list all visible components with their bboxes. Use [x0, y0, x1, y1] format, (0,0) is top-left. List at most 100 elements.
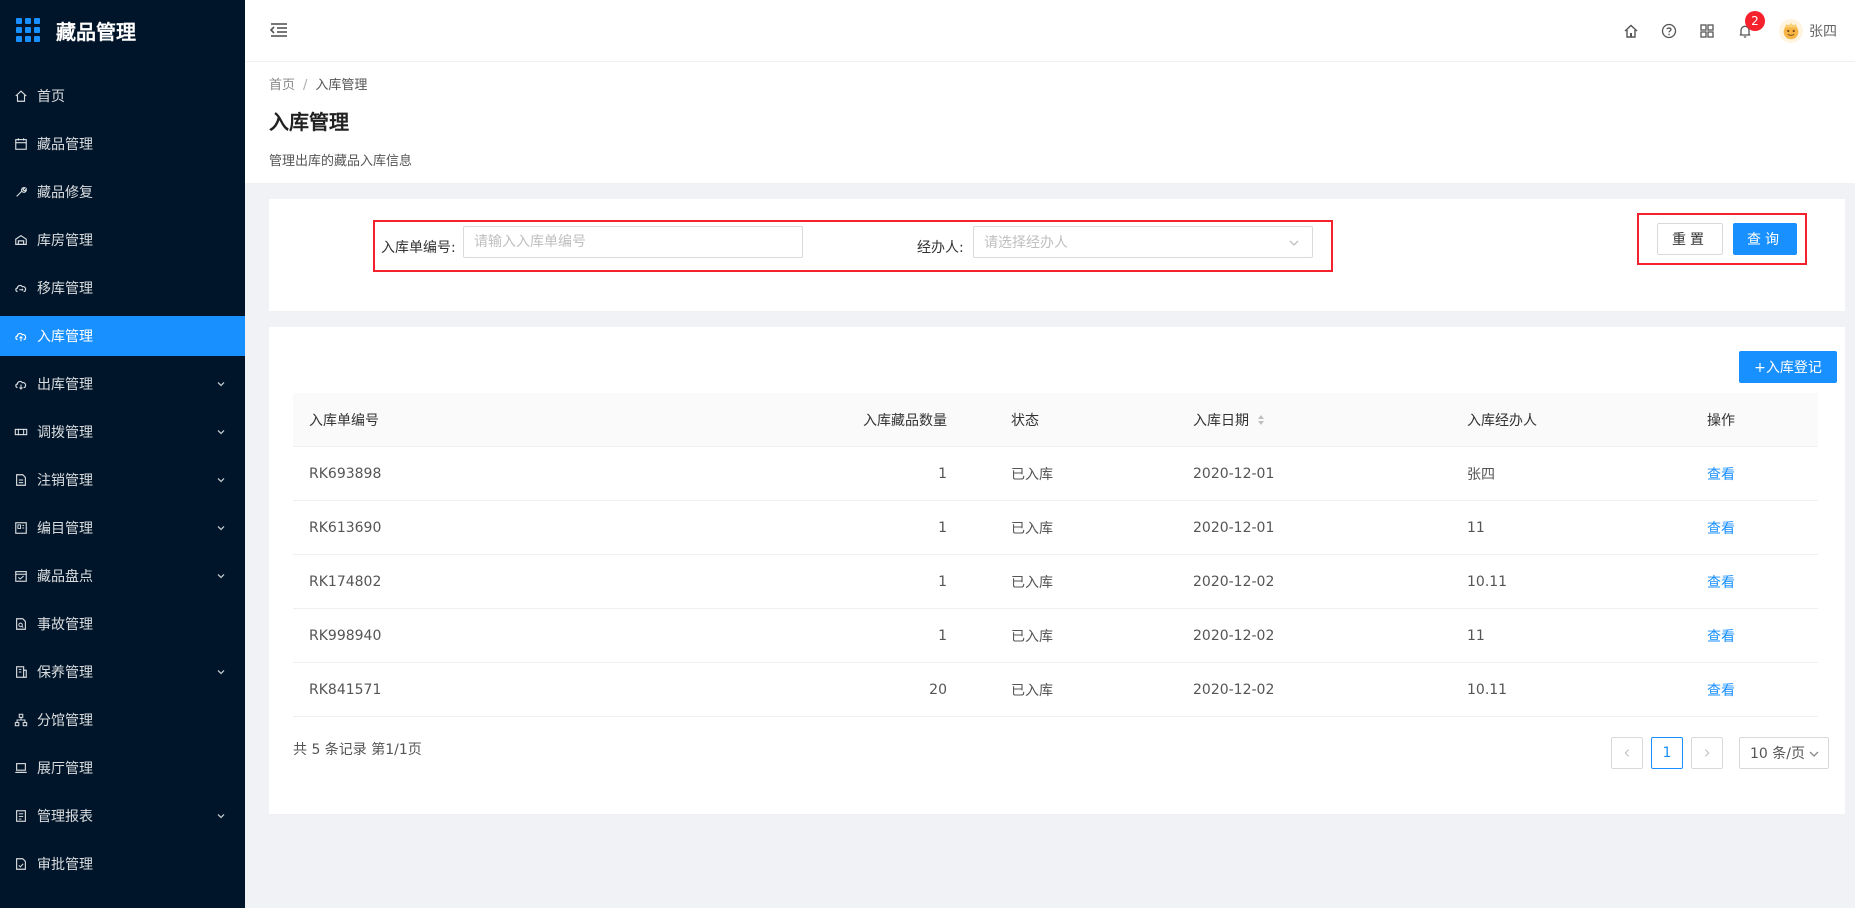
table-row: RK613690 1 已入库 2020-12-01 11 查看 — [293, 501, 1818, 555]
menu-collapse-icon[interactable] — [269, 20, 289, 40]
handler-label: 经办人: — [917, 240, 964, 256]
sidebar-item-label: 调拨管理 — [37, 425, 93, 441]
sidebar-item[interactable]: 展厅管理 — [0, 748, 245, 788]
sidebar-item[interactable]: 事故管理 — [0, 604, 245, 644]
order-number-input[interactable] — [463, 226, 803, 258]
building-icon — [14, 665, 28, 679]
cell-order-number: RK613690 — [309, 519, 382, 536]
sidebar-item-label: 藏品盘点 — [37, 569, 93, 585]
sort-icon[interactable] — [1257, 413, 1265, 427]
sidebar-item-label: 出库管理 — [37, 377, 93, 393]
view-link[interactable]: 查看 — [1707, 518, 1735, 538]
sidebar-item[interactable]: 库房管理 — [0, 220, 245, 260]
home-icon — [14, 89, 28, 103]
username[interactable]: 张四 — [1809, 21, 1837, 41]
sidebar-item[interactable]: 藏品盘点 — [0, 556, 245, 596]
sidebar-item-label: 藏品管理 — [37, 137, 93, 153]
table-cell: 10.11 — [1431, 663, 1691, 717]
table-cell: 已入库 — [963, 555, 1153, 609]
sidebar-item[interactable]: 首页 — [0, 76, 245, 116]
table-cell: RK998940 — [293, 609, 753, 663]
cell-count: 1 — [938, 573, 947, 590]
sidebar-menu: 首页藏品管理藏品修复库房管理移库管理入库管理出库管理调拨管理注销管理编目管理藏品… — [0, 76, 245, 884]
cell-status: 已入库 — [1011, 520, 1053, 537]
sidebar-item[interactable]: 藏品修复 — [0, 172, 245, 212]
cell-date: 2020-12-01 — [1193, 519, 1275, 536]
chevron-down-icon — [215, 522, 227, 534]
table-cell: 20 — [753, 663, 963, 717]
sidebar: 藏品管理 首页 藏品管理 藏品修复 库房管理 移库管理 入库管理 出库管理 调拨管理 注销管理编… — [0, 0, 245, 908]
header-actions: 2 张四 — [1601, 0, 1837, 62]
add-inbound-button[interactable]: +入库登记 — [1739, 351, 1837, 383]
order-number-label: 入库单编号: — [381, 240, 456, 256]
view-link[interactable]: 查看 — [1707, 464, 1735, 484]
page-size-select[interactable]: 10 条/页 — [1739, 737, 1829, 769]
sidebar-item-label: 入库管理 — [37, 329, 93, 345]
pagination: 1 10 条/页 — [1603, 737, 1829, 769]
sidebar-item[interactable]: 分馆管理 — [0, 700, 245, 740]
breadcrumb-home[interactable]: 首页 — [269, 78, 295, 93]
bell-icon[interactable]: 2 — [1737, 11, 1765, 39]
search-buttons-highlight: 重置 查询 — [1637, 213, 1807, 265]
table-cell: RK613690 — [293, 501, 753, 555]
column-header-date[interactable]: 入库日期 — [1153, 393, 1431, 447]
wrench-icon — [14, 185, 28, 199]
table-cell: 已入库 — [963, 501, 1153, 555]
prev-page-button[interactable] — [1611, 737, 1643, 769]
view-link[interactable]: 查看 — [1707, 572, 1735, 592]
chevron-down-icon — [215, 474, 227, 486]
sidebar-item[interactable]: 藏品管理 — [0, 124, 245, 164]
cell-date: 2020-12-02 — [1193, 627, 1275, 644]
page-header: 首页 / 入库管理 入库管理 管理出库的藏品入库信息 — [245, 62, 1855, 183]
chevron-down-icon — [1289, 240, 1299, 246]
sidebar-item-label: 事故管理 — [37, 617, 93, 633]
table-cell: 2020-12-01 — [1153, 447, 1431, 501]
apps-icon[interactable] — [1699, 23, 1715, 39]
sidebar-item-label: 展厅管理 — [37, 761, 93, 777]
cell-count: 1 — [938, 627, 947, 644]
column-header-count: 入库藏品数量 — [863, 412, 947, 429]
table-row: RK174802 1 已入库 2020-12-02 10.11 查看 — [293, 555, 1818, 609]
query-button[interactable]: 查询 — [1733, 223, 1797, 255]
column-header-date-label: 入库日期 — [1193, 412, 1249, 429]
chevron-down-icon — [215, 810, 227, 822]
sidebar-item[interactable]: 出库管理 — [0, 364, 245, 404]
sidebar-item[interactable]: 移库管理 — [0, 268, 245, 308]
breadcrumb-current: 入库管理 — [315, 78, 368, 93]
avatar[interactable] — [1779, 19, 1803, 43]
sidebar-item[interactable]: 入库管理 — [0, 316, 245, 356]
reset-button[interactable]: 重置 — [1657, 223, 1723, 255]
next-page-button[interactable] — [1691, 737, 1723, 769]
table-cell: 1 — [753, 501, 963, 555]
view-link[interactable]: 查看 — [1707, 680, 1735, 700]
handler-select[interactable]: 请选择经办人 — [973, 226, 1313, 258]
home-icon[interactable] — [1623, 23, 1639, 39]
app-title: 藏品管理 — [56, 19, 136, 44]
sidebar-item[interactable]: 管理报表 — [0, 796, 245, 836]
sidebar-item[interactable]: 编目管理 — [0, 508, 245, 548]
sidebar-item[interactable]: 审批管理 — [0, 844, 245, 884]
page-button-current[interactable]: 1 — [1651, 737, 1683, 769]
search-card: 入库单编号: 经办人: 请选择经办人 重置 查询 — [269, 199, 1845, 311]
table-row: RK841571 20 已入库 2020-12-02 10.11 查看 — [293, 663, 1818, 717]
sidebar-item[interactable]: 调拨管理 — [0, 412, 245, 452]
view-link[interactable]: 查看 — [1707, 626, 1735, 646]
table-cell: 张四 — [1431, 447, 1691, 501]
catalog-icon — [14, 521, 28, 535]
table-cell: 11 — [1431, 501, 1691, 555]
table-cell: 2020-12-02 — [1153, 663, 1431, 717]
table-cell: 已入库 — [963, 447, 1153, 501]
sidebar-item[interactable]: 注销管理 — [0, 460, 245, 500]
cell-handler: 10.11 — [1467, 681, 1508, 698]
cell-status: 已入库 — [1011, 682, 1053, 699]
calendar-check-icon — [14, 569, 28, 583]
cell-handler: 11 — [1467, 627, 1485, 644]
help-icon[interactable] — [1661, 23, 1677, 39]
table-row: RK998940 1 已入库 2020-12-02 11 查看 — [293, 609, 1818, 663]
breadcrumb: 首页 / 入库管理 — [269, 74, 367, 93]
sidebar-item[interactable]: 保养管理 — [0, 652, 245, 692]
notification-badge: 2 — [1745, 11, 1765, 31]
chevron-down-icon — [1809, 751, 1819, 757]
table-cell: 已入库 — [963, 609, 1153, 663]
column-header-order-number: 入库单编号 — [309, 412, 379, 429]
